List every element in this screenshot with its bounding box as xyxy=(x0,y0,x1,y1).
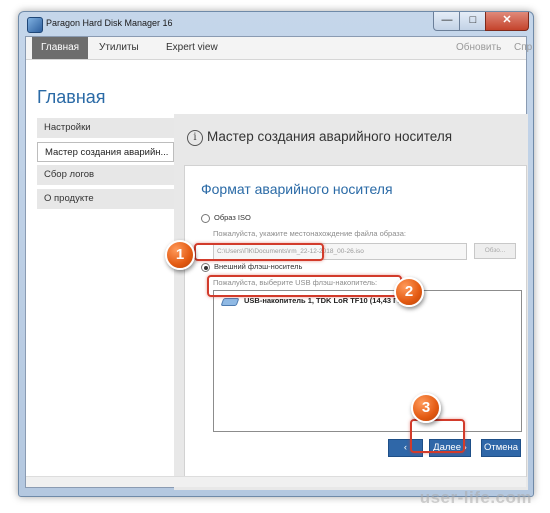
step-3-highlight xyxy=(410,419,465,453)
wizard-title: Мастер создания аварийного носителя xyxy=(207,129,453,144)
usb-device-list: USB-накопитель 1, TDK LoR TF10 (14,43 ГБ… xyxy=(213,290,522,432)
step-2-highlight xyxy=(207,275,402,297)
app-icon xyxy=(27,17,43,33)
card-title: Формат аварийного носителя xyxy=(201,181,393,197)
step-1-badge: 1 xyxy=(165,240,195,270)
step-1-highlight xyxy=(194,243,324,261)
status-bar xyxy=(26,476,526,487)
cancel-button[interactable]: Отмена xyxy=(481,439,521,457)
usb-option-label: Внешний флэш-носитель xyxy=(214,262,303,271)
title-bar: Paragon Hard Disk Manager 16 — □ ✕ xyxy=(19,12,533,36)
browse-button[interactable]: Обзо... xyxy=(474,243,516,259)
update-link[interactable]: Обновить xyxy=(456,37,501,59)
sidebar-item-about[interactable]: О продукте xyxy=(37,189,174,209)
menu-bar: Главная Утилиты Expert view Обновить Спр xyxy=(26,37,532,60)
tab-utilities[interactable]: Утилиты xyxy=(99,37,139,59)
watermark: user-life.com xyxy=(419,488,532,507)
window-title: Paragon Hard Disk Manager 16 xyxy=(46,18,173,28)
iso-hint: Пожалуйста, укажите местонахождение файл… xyxy=(213,229,406,238)
iso-radio[interactable] xyxy=(201,214,210,223)
info-icon: i xyxy=(187,130,203,146)
wizard-panel: i Мастер создания аварийного носителя Фо… xyxy=(174,114,528,490)
sidebar-item-collect-logs[interactable]: Сбор логов xyxy=(37,165,174,185)
page-title: Главная xyxy=(37,87,106,107)
usb-drive-icon xyxy=(220,298,240,306)
tab-home[interactable]: Главная xyxy=(32,37,89,59)
usb-device-label: USB-накопитель 1, TDK LoR TF10 (14,43 ГБ… xyxy=(244,296,406,305)
close-button[interactable]: ✕ xyxy=(485,12,529,31)
wizard-card: Формат аварийного носителя Образ ISO Пож… xyxy=(184,165,527,477)
step-3-badge: 3 xyxy=(411,393,441,423)
iso-option-label: Образ ISO xyxy=(214,213,251,222)
minimize-button[interactable]: — xyxy=(433,12,461,31)
sidebar-item-settings[interactable]: Настройки xyxy=(37,118,174,138)
step-2-badge: 2 xyxy=(394,277,424,307)
help-link[interactable]: Спр xyxy=(514,37,532,59)
tab-expert-view[interactable]: Expert view xyxy=(166,37,218,59)
usb-radio[interactable] xyxy=(201,263,210,272)
sidebar-item-recovery-media-wizard[interactable]: Мастер создания аварийн... xyxy=(37,142,174,162)
maximize-button[interactable]: □ xyxy=(459,12,487,31)
